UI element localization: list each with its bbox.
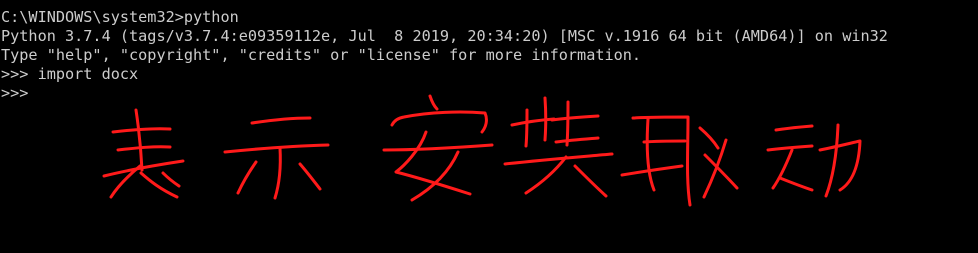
console-line-help-info: Type "help", "copyright", "credits" or "… [1,46,642,64]
console-line-command: C:\WINDOWS\system32>python [1,8,239,26]
console-caret [28,86,36,101]
console-line-python-version: Python 3.7.4 (tags/v3.7.4:e09359112e, Ju… [1,27,888,45]
console-window[interactable]: C:\WINDOWS\system32>python Python 3.7.4 … [0,0,978,253]
console-line-import: >>> import docx [1,65,139,83]
console-prompt-line[interactable]: >>> [1,84,978,103]
console-prompt: >>> [1,84,29,102]
